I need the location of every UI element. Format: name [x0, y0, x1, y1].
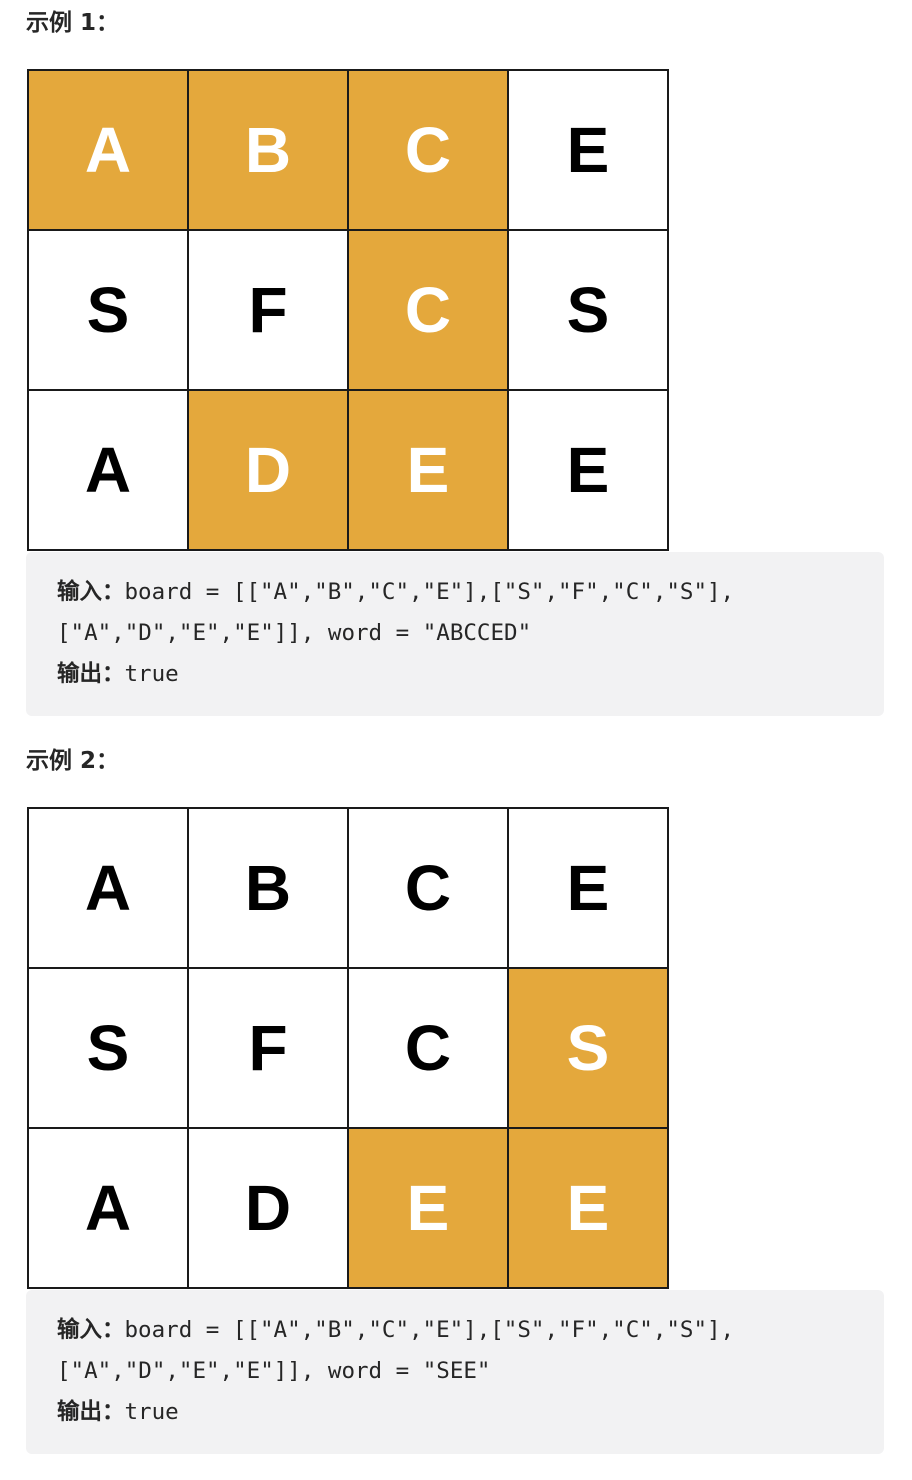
input-text: board = [["A","B","C","E"],["S","F","C",…: [124, 1317, 735, 1343]
example-2-code-block: 输入：board = [["A","B","C","E"],["S","F","…: [26, 1290, 884, 1454]
board-cell: B: [188, 808, 348, 968]
board-cell: C: [348, 70, 508, 230]
board-cell: A: [28, 1128, 188, 1288]
example-1-title: 示例 1：: [26, 10, 120, 36]
board-cell: C: [348, 230, 508, 390]
board-cell: F: [188, 968, 348, 1128]
board-cell: E: [508, 808, 668, 968]
input-label: 输入：: [57, 1317, 125, 1343]
board-cell: S: [508, 230, 668, 390]
board-cell: A: [28, 390, 188, 550]
board-cell: D: [188, 1128, 348, 1288]
input-line-2: ["A","D","E","E"]], word = "SEE": [57, 1358, 491, 1384]
board-cell: A: [28, 70, 188, 230]
board-cell: C: [348, 968, 508, 1128]
input-text: board = [["A","B","C","E"],["S","F","C",…: [124, 579, 735, 605]
board-cell: C: [348, 808, 508, 968]
input-line-1: 输入：board = [["A","B","C","E"],["S","F","…: [57, 1310, 884, 1351]
example-2-title: 示例 2：: [26, 748, 120, 774]
input-line-2: ["A","D","E","E"]], word = "ABCCED": [57, 620, 532, 646]
board-cell: B: [188, 70, 348, 230]
board-cell: S: [508, 968, 668, 1128]
board-cell: E: [348, 1128, 508, 1288]
board-cell: S: [28, 968, 188, 1128]
output-value: true: [124, 1399, 179, 1425]
board-cell: D: [188, 390, 348, 550]
board-cell: F: [188, 230, 348, 390]
board-cell: A: [28, 808, 188, 968]
example-1-board: A B C E S F C S A D E E: [27, 69, 669, 551]
board-cell: S: [28, 230, 188, 390]
output-label: 输出：: [57, 1399, 125, 1425]
input-line-1: 输入：board = [["A","B","C","E"],["S","F","…: [57, 572, 884, 613]
input-label: 输入：: [57, 579, 125, 605]
board-cell: E: [508, 390, 668, 550]
output-label: 输出：: [57, 661, 125, 687]
output-line: 输出：true: [57, 654, 884, 695]
board-cell: E: [508, 70, 668, 230]
output-value: true: [124, 661, 179, 687]
board-cell: E: [508, 1128, 668, 1288]
output-line: 输出：true: [57, 1392, 884, 1433]
example-1-code-block: 输入：board = [["A","B","C","E"],["S","F","…: [26, 552, 884, 716]
board-cell: E: [348, 390, 508, 550]
example-2-board: A B C E S F C S A D E E: [27, 807, 669, 1289]
